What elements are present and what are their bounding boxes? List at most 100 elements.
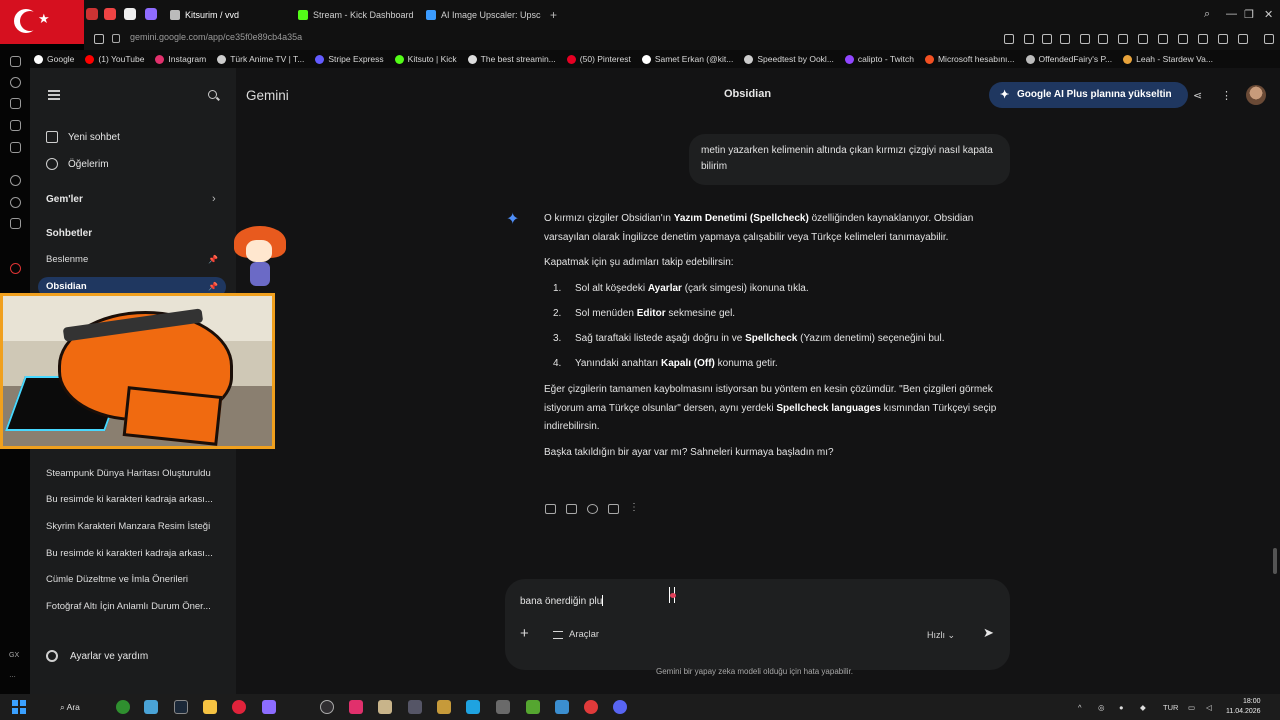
extension-icon[interactable] (1042, 34, 1052, 44)
gx-rail-icon[interactable] (10, 56, 21, 67)
bookmark-streaming[interactable]: The best streamin... (464, 54, 563, 64)
bookmark-turk-anime[interactable]: Türk Anime TV | T... (213, 54, 311, 64)
app-icon[interactable] (496, 700, 510, 714)
chat-item-beslenme[interactable]: Beslenme (38, 250, 226, 270)
my-items-button[interactable]: Öğelerim (46, 158, 109, 170)
thumbs-down-icon[interactable] (566, 504, 577, 514)
taskbar-search[interactable]: ⌕ Ara (60, 702, 80, 713)
bookmark-instagram[interactable]: Instagram (151, 54, 213, 64)
extension-icon[interactable] (1118, 34, 1128, 44)
whatsapp-icon[interactable] (10, 197, 21, 208)
instagram-icon[interactable] (10, 218, 21, 229)
new-tab-button[interactable]: + (550, 8, 557, 22)
minecraft-icon[interactable] (526, 700, 540, 714)
search-icon[interactable] (208, 90, 217, 99)
send-button[interactable]: ➤ (983, 625, 994, 641)
extension-icon[interactable] (1238, 34, 1248, 44)
close-window-button[interactable]: ✕ (1264, 8, 1273, 21)
settings-help-button[interactable]: Ayarlar ve yardım (46, 650, 148, 662)
pinned-tab-icon[interactable] (104, 8, 116, 20)
app-icon[interactable] (584, 700, 598, 714)
app-icon[interactable] (408, 700, 422, 714)
record-icon[interactable] (10, 263, 21, 274)
add-attachment-button[interactable]: + (520, 625, 529, 642)
bookmark-speedtest[interactable]: Speedtest by Ookl... (740, 54, 841, 64)
chat-item[interactable]: Skyrim Karakteri Manzara Resim İsteği (38, 517, 226, 537)
search-tabs-icon[interactable]: ⌕ (1204, 8, 1210, 21)
messenger-icon[interactable] (10, 175, 21, 186)
extension-icon[interactable] (1080, 34, 1090, 44)
bookmark-twitch[interactable]: calipto - Twitch (841, 54, 921, 64)
tray-icon[interactable]: ◆ (1140, 703, 1146, 712)
tools-button[interactable]: Araçlar (553, 629, 599, 640)
avatar[interactable] (1246, 85, 1266, 105)
tab-ai-upscaler[interactable]: AI Image Upscaler: Upsca (426, 6, 541, 24)
bookmark-stardew[interactable]: Leah - Stardew Va... (1119, 54, 1220, 64)
pin-icon[interactable]: 📌 (208, 282, 218, 291)
url-text[interactable]: gemini.google.com/app/ce35f0e89cb4a35a (130, 32, 302, 42)
scrollbar[interactable] (1273, 548, 1277, 574)
more-vert-icon[interactable]: ⋮ (1221, 89, 1232, 102)
tray-icon[interactable]: ◎ (1098, 703, 1105, 712)
gemini-logo[interactable]: Gemini (246, 88, 289, 103)
bookmark-offendedfairy[interactable]: OffendedFairy's P... (1022, 54, 1120, 64)
instagram-icon[interactable] (349, 700, 363, 714)
gx-rail-icon[interactable] (10, 120, 21, 131)
bookmark-microsoft[interactable]: Microsoft hesabını... (921, 54, 1022, 64)
chat-item[interactable]: Bu resimde ki karakteri kadraja arkası..… (38, 544, 226, 564)
share-icon[interactable]: ⋖ (1193, 89, 1202, 102)
upgrade-button[interactable]: ✦ Google AI Plus planına yükseltin (989, 82, 1188, 108)
app-icon[interactable] (378, 700, 392, 714)
taskbar-clock[interactable]: 18:00 11.04.2026 (1226, 697, 1261, 717)
bookmark-kick[interactable]: Kitsuto | Kick (391, 54, 464, 64)
extension-icon[interactable] (1024, 34, 1034, 44)
chat-item[interactable]: Steampunk Dünya Haritası Oluşturuldu (38, 464, 226, 484)
chat-item[interactable]: Fotoğraf Altı İçin Anlamlı Durum Öner... (38, 597, 226, 617)
gx-rail-icon[interactable] (10, 142, 21, 153)
more-icon[interactable]: … (9, 672, 16, 679)
app-icon[interactable] (437, 700, 451, 714)
new-chat-button[interactable]: Yeni sohbet (46, 131, 120, 143)
folder-icon[interactable] (203, 700, 217, 714)
copy-icon[interactable] (608, 504, 619, 514)
pinned-tab-icon[interactable] (86, 8, 98, 20)
obs-icon[interactable] (320, 700, 334, 714)
extension-icon[interactable] (1138, 34, 1148, 44)
menu-icon[interactable] (48, 90, 60, 100)
volume-icon[interactable]: ◁ (1206, 703, 1212, 712)
tab-kick-dashboard[interactable]: Stream - Kick Dashboard (298, 6, 418, 24)
tab-kitsurim[interactable]: Kitsurim / vvd (170, 6, 285, 24)
bookmark-google[interactable]: Google (30, 54, 81, 64)
extension-icon[interactable] (1218, 34, 1228, 44)
model-speed-dropdown[interactable]: Hızlı ⌄ (927, 630, 955, 641)
extension-icon[interactable] (1198, 34, 1208, 44)
extension-icon[interactable] (1060, 34, 1070, 44)
x-icon[interactable] (10, 240, 21, 251)
extension-icon[interactable] (1098, 34, 1108, 44)
prompt-input[interactable]: bana önerdiğin plu (520, 595, 604, 607)
gems-link[interactable]: Gem'ler (46, 194, 83, 205)
opera-gx-icon[interactable] (232, 700, 246, 714)
chat-item[interactable]: Bu resimde ki karakteri kadraja arkası..… (38, 490, 226, 510)
extension-icon[interactable] (1158, 34, 1168, 44)
language-indicator[interactable]: TUR (1163, 703, 1178, 712)
discord-icon[interactable] (613, 700, 627, 714)
gx-rail-icon[interactable] (10, 98, 21, 109)
history-icon[interactable] (10, 77, 21, 88)
app-icon[interactable] (555, 700, 569, 714)
app-icon[interactable] (466, 700, 480, 714)
maximize-button[interactable]: ❐ (1244, 8, 1254, 21)
bookmark-pinterest[interactable]: (50) Pinterest (563, 54, 638, 64)
site-settings-icon[interactable] (94, 34, 104, 44)
xbox-icon[interactable] (116, 700, 130, 714)
chevron-right-icon[interactable]: › (212, 193, 216, 205)
extension-icon[interactable] (1178, 34, 1188, 44)
tray-chevron-icon[interactable]: ^ (1078, 703, 1082, 712)
app-icon[interactable] (262, 700, 276, 714)
prompt-composer[interactable]: bana önerdiğin plu + Araçlar Hızlı ⌄ ➤ (505, 579, 1010, 670)
bookmark-youtube[interactable]: (1) YouTube (81, 54, 151, 64)
thumbs-up-icon[interactable] (545, 504, 556, 514)
bookmark-stripe[interactable]: Stripe Express (311, 54, 390, 64)
chat-item[interactable]: Cümle Düzeltme ve İmla Önerileri (38, 570, 226, 590)
pinned-tab-icon[interactable] (124, 8, 136, 20)
